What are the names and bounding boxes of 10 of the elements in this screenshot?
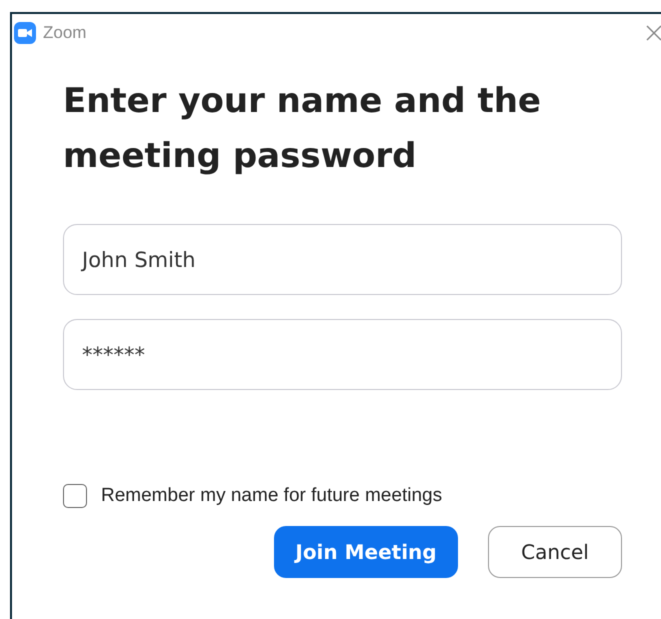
cancel-button[interactable]: Cancel <box>488 526 622 578</box>
window-title: Zoom <box>43 23 86 43</box>
join-button[interactable]: Join Meeting <box>274 526 458 578</box>
checkbox[interactable] <box>63 484 87 508</box>
video-camera-icon <box>14 22 36 44</box>
dialog-heading: Enter your name and the meeting password <box>63 80 542 178</box>
name-field[interactable]: John Smith <box>63 224 622 295</box>
password-field[interactable]: ****** <box>63 319 622 390</box>
checkbox-label: Remember my name for future meetings <box>101 485 442 507</box>
close-icon[interactable] <box>645 24 661 42</box>
